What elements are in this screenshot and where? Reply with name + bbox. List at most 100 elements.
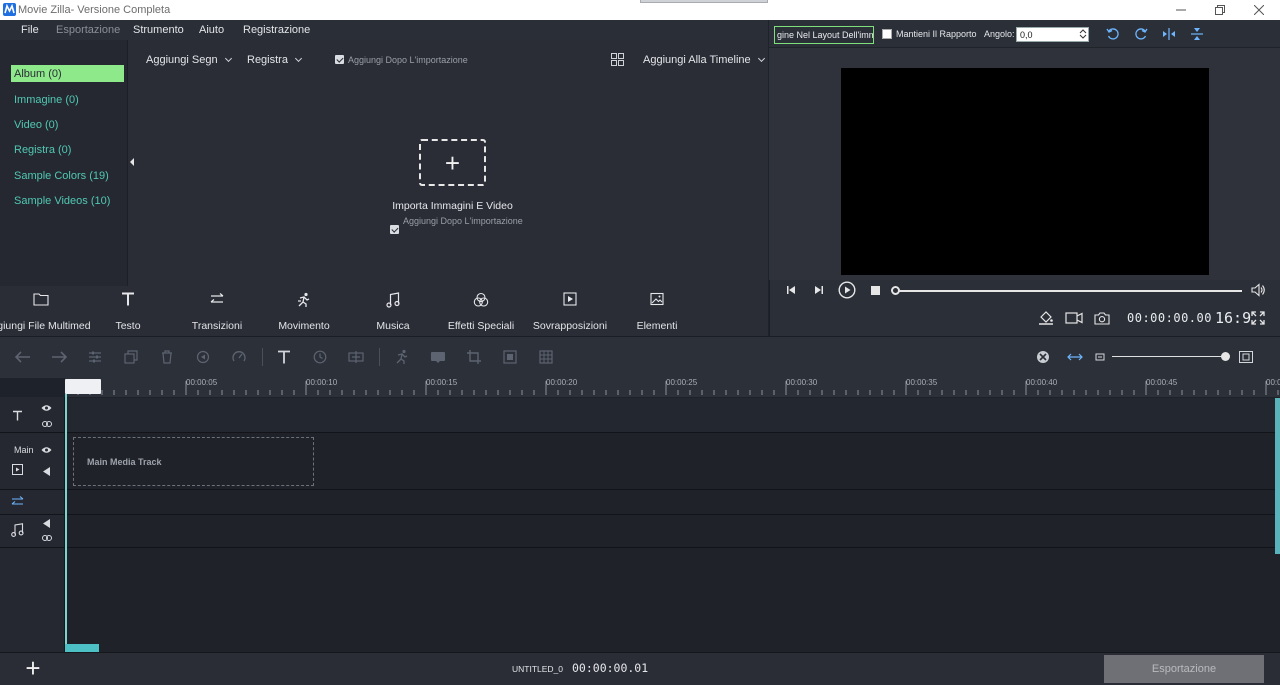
video-preview[interactable] <box>841 68 1209 275</box>
rotate-right-icon[interactable] <box>1134 27 1148 41</box>
tab-elements-label: Elementi <box>636 320 678 332</box>
playback-progress-handle[interactable] <box>891 286 900 295</box>
crop-icon[interactable] <box>466 349 482 365</box>
sidebar-item-image[interactable]: Immagine (0) <box>14 94 79 106</box>
sidebar-item-sample-videos[interactable]: Sample Videos (10) <box>14 195 110 207</box>
ruler-tick-label: 00:00:05 <box>186 378 218 387</box>
playback-progress-track[interactable] <box>896 290 1242 292</box>
freeze-frame-icon[interactable] <box>538 349 554 365</box>
record-camera-icon[interactable] <box>1065 311 1083 325</box>
mute-icon[interactable] <box>43 519 50 528</box>
text-track-icon <box>12 410 23 421</box>
sidebar-item-album[interactable]: Album (0) <box>14 68 62 80</box>
playhead-line[interactable] <box>65 394 67 652</box>
eye-icon[interactable] <box>41 446 52 454</box>
music-track-icon <box>11 523 24 537</box>
redo-icon[interactable] <box>51 349 67 365</box>
menu-recording[interactable]: Registrazione <box>243 24 310 36</box>
keep-ratio-checkbox[interactable] <box>882 29 892 39</box>
mosaic-icon[interactable] <box>502 349 518 365</box>
reverse-icon[interactable] <box>195 349 211 365</box>
sidebar-item-sample-colors[interactable]: Sample Colors (19) <box>14 170 109 182</box>
horizontal-scrollbar[interactable] <box>65 644 99 652</box>
aspect-ratio-selector[interactable]: 16:9 <box>1215 309 1251 327</box>
window-title: Movie Zilla- Versione Completa <box>18 4 171 16</box>
mute-icon[interactable] <box>43 467 50 476</box>
transition-track[interactable] <box>66 490 1280 515</box>
minimize-button[interactable] <box>1164 0 1198 20</box>
restore-icon <box>1215 5 1225 15</box>
add-mark-label: Aggiungi Segn <box>146 54 218 66</box>
undo-icon[interactable] <box>15 349 31 365</box>
ruler-tick-label: 00:00:20 <box>546 378 578 387</box>
grid-view-icon[interactable] <box>611 53 624 66</box>
vertical-scrollbar[interactable] <box>1275 398 1280 554</box>
ruler-tick-label: 00:00:25 <box>666 378 698 387</box>
motion-tool-icon[interactable] <box>394 349 410 365</box>
stop-icon[interactable] <box>871 286 880 295</box>
zoom-in-icon[interactable] <box>1238 349 1254 365</box>
transition-icon <box>210 293 224 303</box>
fullscreen-icon[interactable] <box>1251 311 1265 325</box>
fit-timeline-icon[interactable] <box>1067 349 1083 365</box>
playhead-handle[interactable] <box>65 379 101 394</box>
add-to-timeline-label: Aggiungi Alla Timeline <box>643 54 751 66</box>
zoom-out-icon[interactable] <box>1092 349 1108 365</box>
zoom-slider-handle[interactable] <box>1221 352 1230 361</box>
snap-icon[interactable] <box>1035 349 1051 365</box>
record-label: Registra <box>247 54 288 66</box>
collapse-sidebar-icon[interactable] <box>130 158 134 166</box>
keep-ratio-label: Mantieni Il Rapporto <box>896 29 977 39</box>
rotate-left-icon[interactable] <box>1106 27 1120 41</box>
menu-help[interactable]: Aiuto <box>199 24 224 36</box>
restore-button[interactable] <box>1203 0 1237 20</box>
menu-tools[interactable]: Strumento <box>133 24 184 36</box>
motion-icon <box>298 292 310 307</box>
speed-icon[interactable] <box>231 349 247 365</box>
add-text-icon[interactable] <box>276 349 292 365</box>
import-add-after-checkbox[interactable] <box>390 225 399 234</box>
play-icon[interactable] <box>838 281 856 299</box>
record-dropdown[interactable]: Registra <box>247 54 303 66</box>
ruler-tick-label: 00:00:40 <box>1026 378 1058 387</box>
link-icon[interactable] <box>42 534 52 542</box>
tab-elements[interactable]: Elementi <box>612 286 702 336</box>
image-layout-button[interactable]: gine Nel Layout Dell'imm <box>774 26 874 44</box>
close-button[interactable] <box>1242 0 1276 20</box>
main-track-header <box>0 433 65 490</box>
snapshot-icon[interactable] <box>1094 311 1110 325</box>
adjust-icon[interactable] <box>87 349 103 365</box>
audio-track[interactable] <box>66 515 1280 548</box>
add-mark-dropdown[interactable]: Aggiungi Segn <box>146 54 232 66</box>
folder-icon <box>33 293 49 306</box>
add-track-button[interactable]: + <box>22 655 44 681</box>
delete-icon[interactable] <box>159 349 175 365</box>
sidebar-item-record[interactable]: Registra (0) <box>14 144 71 156</box>
menu-file[interactable]: File <box>21 24 39 36</box>
minimize-icon <box>1176 9 1186 11</box>
angle-stepper-icon[interactable] <box>1079 28 1087 40</box>
eye-icon[interactable] <box>41 404 52 412</box>
subtitle-icon[interactable] <box>430 349 446 365</box>
previous-frame-icon[interactable] <box>785 284 797 296</box>
flip-vertical-icon[interactable] <box>1190 27 1204 41</box>
ruler-tick-label: 00:00:15 <box>426 378 458 387</box>
export-button[interactable]: Esportazione <box>1104 655 1264 683</box>
flip-horizontal-icon[interactable] <box>1162 27 1176 41</box>
toolbar-divider <box>379 348 380 366</box>
volume-icon[interactable] <box>1250 282 1266 298</box>
split-icon[interactable] <box>348 349 364 365</box>
link-icon[interactable] <box>42 420 52 428</box>
next-frame-icon[interactable] <box>813 284 825 296</box>
add-to-timeline-dropdown[interactable]: Aggiungi Alla Timeline <box>643 54 765 66</box>
text-track[interactable] <box>66 398 1280 433</box>
ruler-tick-label: 00:00:10 <box>306 378 338 387</box>
copy-icon[interactable] <box>123 349 139 365</box>
zoom-slider-track[interactable] <box>1112 356 1226 357</box>
paint-bucket-icon[interactable] <box>1038 310 1054 326</box>
text-icon <box>122 292 134 306</box>
duration-icon[interactable] <box>312 349 328 365</box>
add-after-import-checkbox[interactable] <box>335 55 344 64</box>
sidebar-item-video[interactable]: Video (0) <box>14 119 58 131</box>
menu-export[interactable]: Esportazione <box>56 24 120 36</box>
